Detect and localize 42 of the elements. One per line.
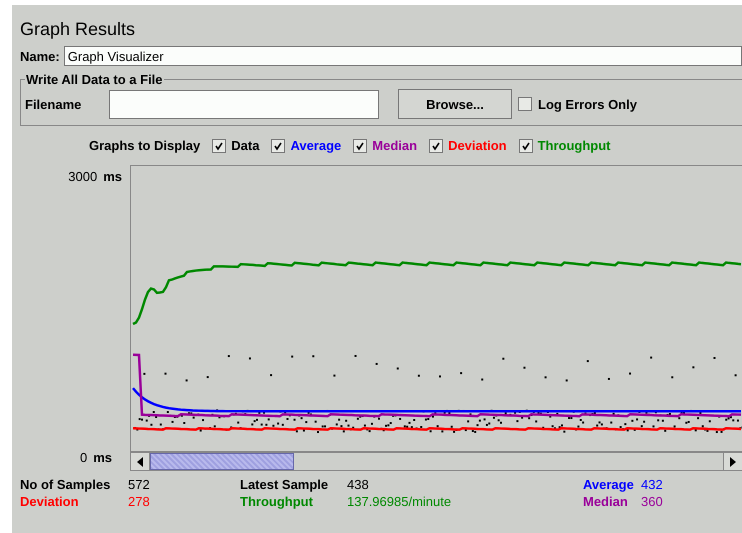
unit-label: ms (103, 169, 122, 184)
horizontal-scrollbar[interactable] (130, 452, 742, 471)
stat-label: Deviation (20, 494, 80, 509)
axis-label: 0 (80, 450, 88, 465)
group-title: Write All Data to a File (25, 72, 164, 87)
checkbox[interactable] (518, 97, 532, 111)
unit-label: ms (93, 450, 112, 465)
name-field[interactable]: Graph Visualizer (64, 46, 742, 66)
stat-label: No of Samples (20, 477, 112, 492)
stat-label: Latest Sample (240, 477, 330, 492)
stat-value: 137.96985/minute (347, 494, 452, 509)
series-label: Deviation (448, 138, 507, 153)
checkbox[interactable] (429, 138, 444, 152)
stat-value: 360 (641, 494, 664, 509)
series-label: Median (372, 138, 418, 153)
stat-value: 438 (347, 477, 370, 492)
filename-field[interactable] (109, 90, 379, 118)
checkbox[interactable] (353, 138, 368, 152)
stat-value: 432 (641, 477, 664, 492)
scroll-thumb[interactable] (150, 453, 294, 470)
left-arrow-icon (137, 456, 143, 466)
browse-button[interactable]: Browse... (398, 89, 512, 119)
series-label: Average (290, 138, 342, 153)
scroll-left-button[interactable] (131, 453, 150, 470)
stat-label: Average (583, 477, 635, 492)
panel-title: Graph Results (20, 19, 136, 40)
checkbox[interactable] (212, 138, 226, 152)
name-label: Name: (20, 48, 60, 64)
stat-value: 572 (128, 477, 151, 492)
checkbox[interactable] (518, 138, 533, 152)
log-errors-label: Log Errors Only (538, 96, 637, 112)
graphs-label: Graphs to Display (89, 138, 200, 153)
scroll-right-button[interactable] (723, 453, 742, 470)
stat-value: 278 (128, 494, 151, 509)
filename-label: Filename (25, 96, 82, 112)
stat-label: Median (583, 494, 629, 509)
series-label: Data (231, 138, 260, 153)
right-arrow-icon (730, 456, 736, 466)
axis-label: 3000 (68, 169, 98, 184)
series-label: Throughput (538, 138, 610, 153)
checkbox[interactable] (271, 138, 286, 152)
stat-label: Throughput (240, 494, 314, 509)
